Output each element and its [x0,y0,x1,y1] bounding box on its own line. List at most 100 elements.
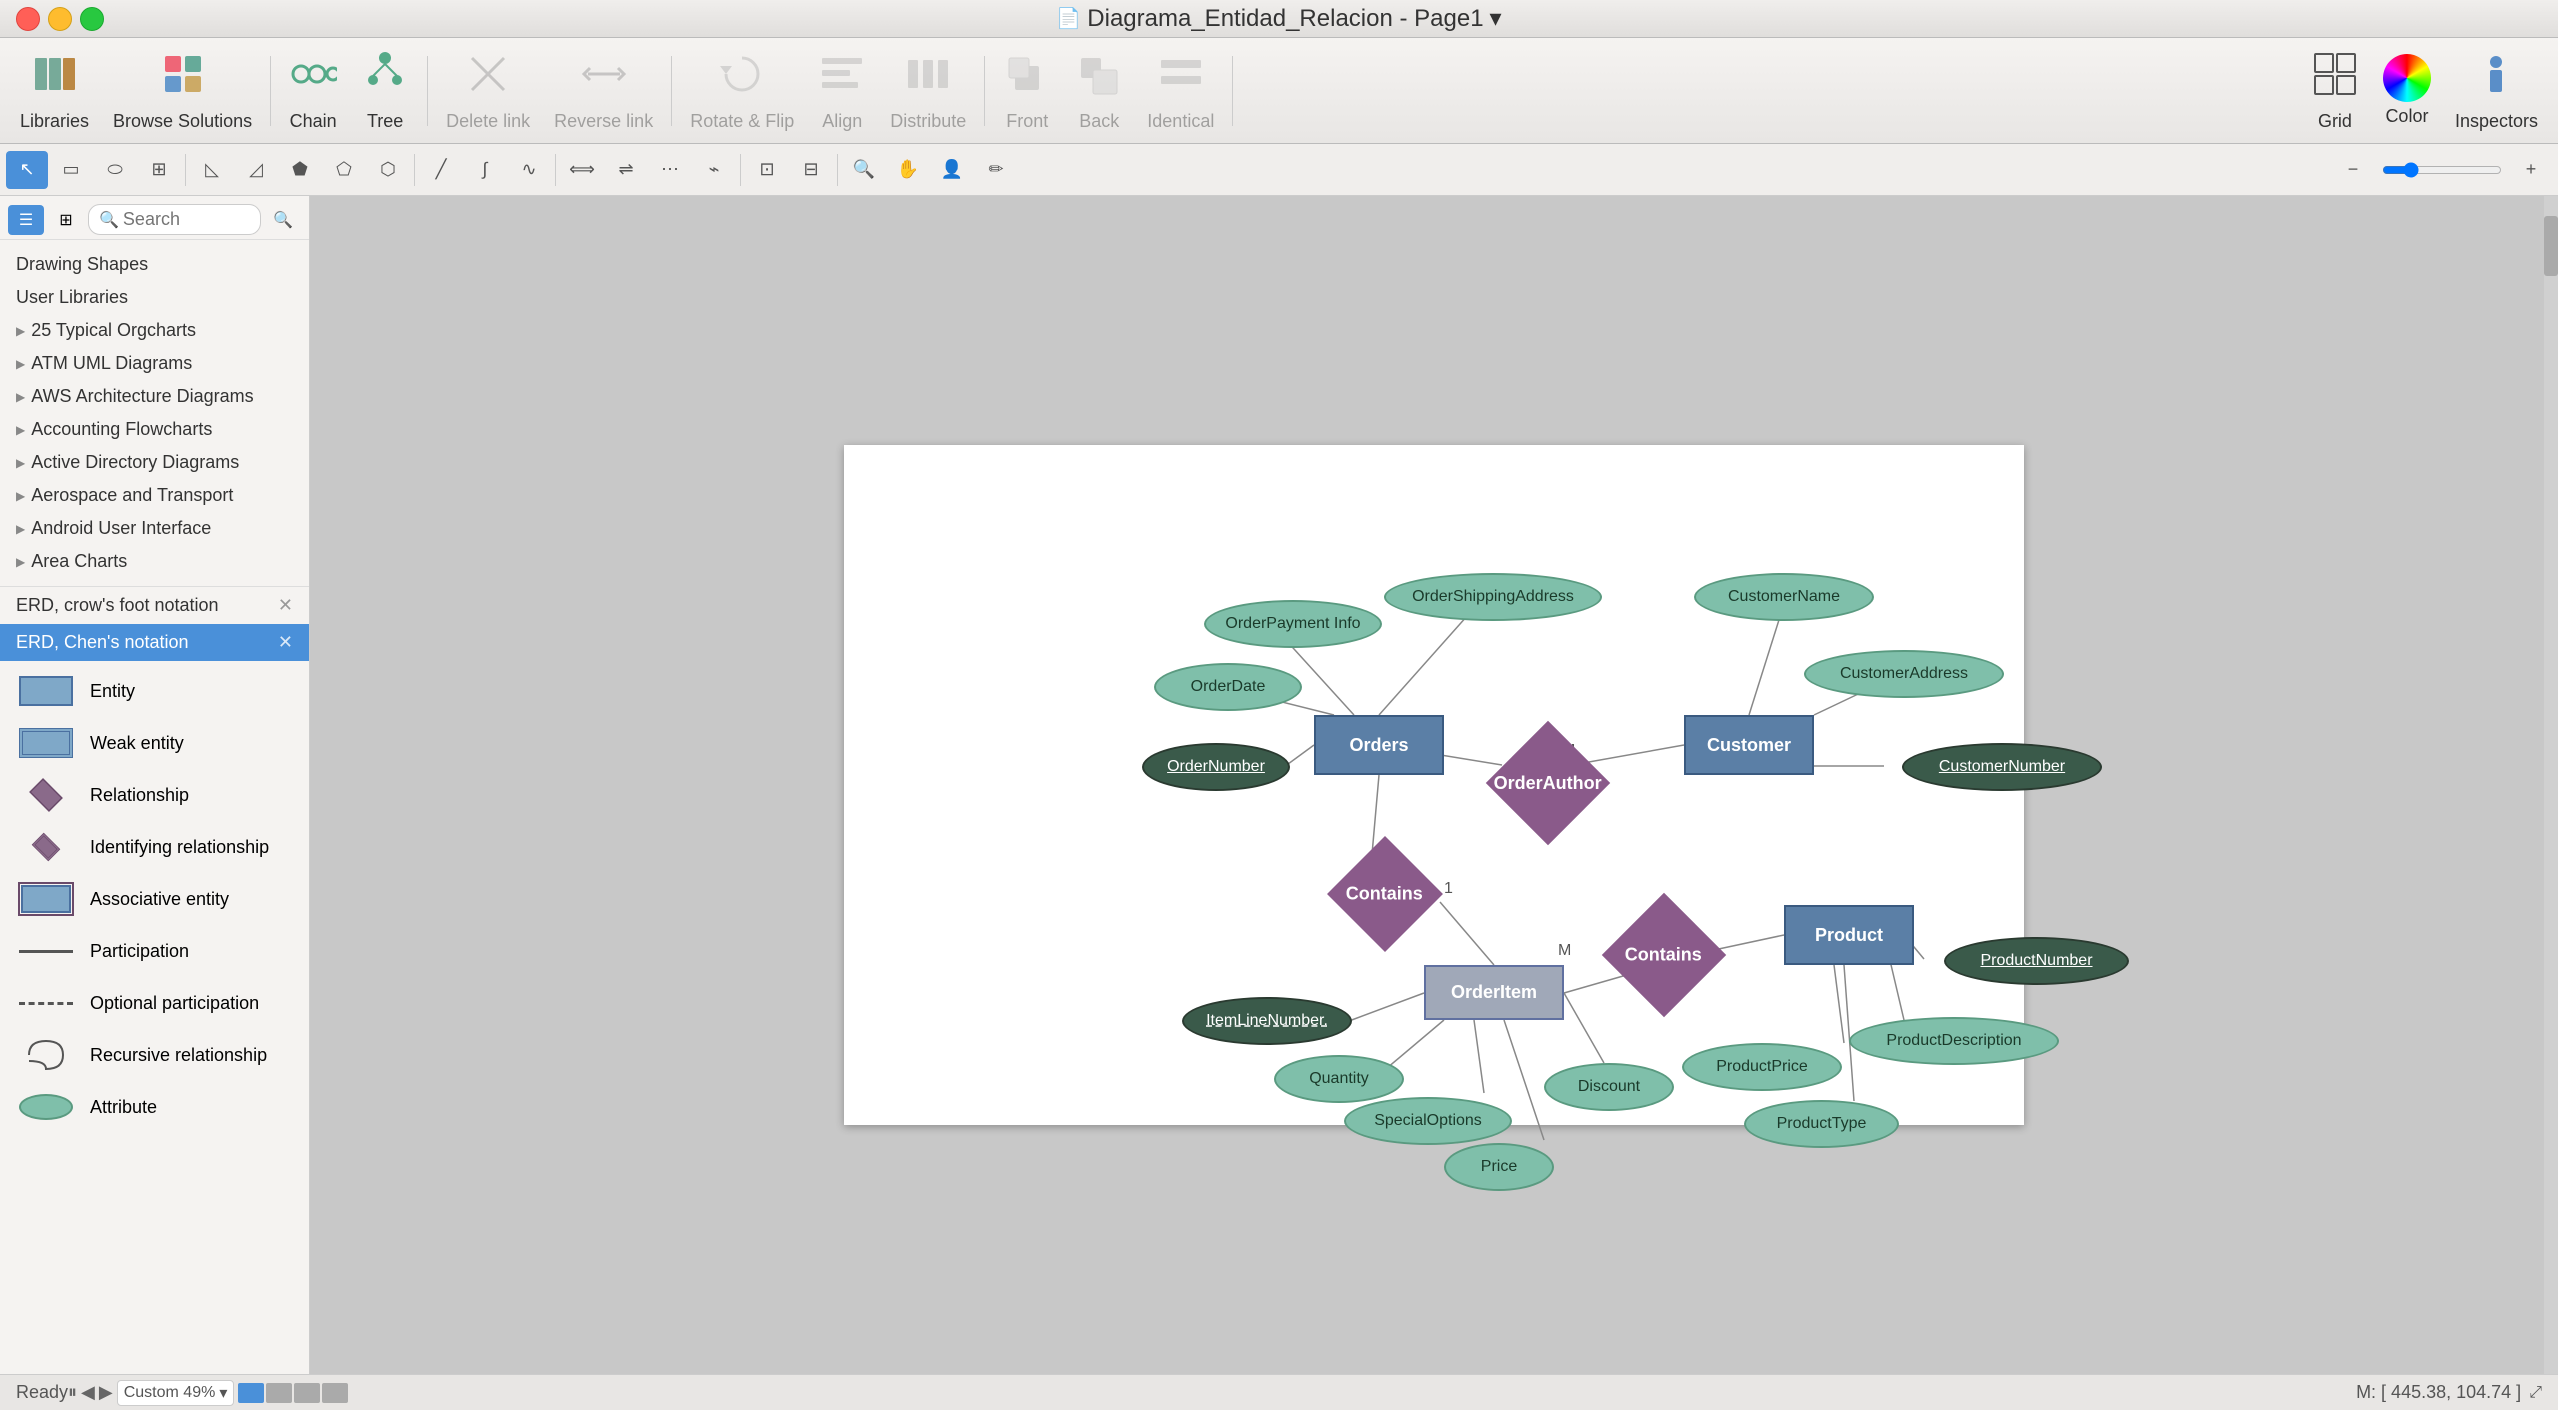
attr-productprice[interactable]: ProductPrice [1682,1043,1842,1091]
search-input[interactable] [123,209,250,230]
bezier-tool[interactable]: ∿ [508,151,550,189]
distribute-button[interactable]: Distribute [880,46,976,136]
sidebar-item-atm-uml[interactable]: ▶ ATM UML Diagrams [0,347,309,380]
close-crowfoot[interactable]: ✕ [278,595,293,616]
shape-associative-entity[interactable]: Associative entity [0,873,309,925]
attr-discount[interactable]: Discount [1544,1063,1674,1111]
page-prev-arrow[interactable]: ◀ [81,1382,95,1403]
scrollbar-thumb[interactable] [2544,216,2558,276]
conn-tool-1[interactable]: ⟺ [561,151,603,189]
attr-itemlinenumber[interactable]: ItemLineNumber. [1182,997,1352,1045]
curve-tool[interactable]: ∫ [464,151,506,189]
subgroup-tool[interactable]: ⊟ [790,151,832,189]
table-tool[interactable]: ⊞ [138,151,180,189]
shape-recursive-relationship[interactable]: Recursive relationship [0,1029,309,1081]
align-button[interactable]: Align [808,46,876,136]
attr-orderpayment[interactable]: OrderPayment Info [1204,600,1382,648]
attr-quantity[interactable]: Quantity [1274,1055,1404,1103]
conn-tool-4[interactable]: ⌁ [693,151,735,189]
dropdown-arrow[interactable]: ▾ [1490,4,1502,33]
page-prev-button[interactable]: ⏸ [68,1382,77,1403]
zoom-select[interactable]: Custom 49% ▾ [117,1380,235,1406]
tree-button[interactable]: Tree [351,46,419,136]
tool-t2[interactable]: ◿ [235,151,277,189]
back-button[interactable]: Back [1065,46,1133,136]
entity-customer[interactable]: Customer [1684,715,1814,775]
sidebar-search-button[interactable]: 🔍 [265,205,301,235]
entity-product[interactable]: Product [1784,905,1914,965]
sidebar-item-active-directory[interactable]: ▶ Active Directory Diagrams [0,446,309,479]
tool-t4[interactable]: ⬠ [323,151,365,189]
maximize-button[interactable] [80,7,104,31]
attr-customeraddress[interactable]: CustomerAddress [1804,650,2004,698]
attr-orderdate[interactable]: OrderDate [1154,663,1302,711]
rect-tool[interactable]: ▭ [50,151,92,189]
pan-tool[interactable]: ✋ [887,151,929,189]
color-button[interactable]: Color [2373,46,2441,136]
entity-orderitem[interactable]: OrderItem [1424,965,1564,1020]
shape-entity[interactable]: Entity [0,665,309,717]
sidebar-list-view[interactable]: ☰ [8,205,44,235]
shape-optional-participation[interactable]: Optional participation [0,977,309,1029]
identical-button[interactable]: Identical [1137,46,1224,136]
sidebar-item-area-charts[interactable]: ▶ Area Charts [0,545,309,578]
expand-button[interactable]: ⤢ [2529,1384,2542,1402]
attr-customernumber[interactable]: CustomerNumber [1902,743,2102,791]
sidebar-item-aws[interactable]: ▶ AWS Architecture Diagrams [0,380,309,413]
minimize-button[interactable] [48,7,72,31]
reverse-link-button[interactable]: Reverse link [544,46,663,136]
rel-contains1[interactable]: Contains [1327,836,1443,952]
sidebar-grid-view[interactable]: ⊞ [48,205,84,235]
person-tool[interactable]: 👤 [931,151,973,189]
attr-price[interactable]: Price [1444,1143,1554,1191]
shape-relationship[interactable]: Relationship [0,769,309,821]
zoom-in-tool[interactable]: 🔍 [843,151,885,189]
select-tool[interactable]: ↖ [6,151,48,189]
rel-contains2[interactable]: Contains [1602,893,1726,1017]
sidebar-item-drawing-shapes[interactable]: Drawing Shapes [0,248,309,281]
sidebar-item-android[interactable]: ▶ Android User Interface [0,512,309,545]
attr-producttype[interactable]: ProductType [1744,1100,1899,1148]
canvas[interactable]: M 1 1 M 1 1 Orders Customer Product [844,445,2024,1125]
entity-orders[interactable]: Orders [1314,715,1444,775]
rotate-flip-button[interactable]: Rotate & Flip [680,46,804,136]
zoom-in-button[interactable]: + [2510,151,2552,189]
shape-weak-entity[interactable]: Weak entity [0,717,309,769]
vertical-scrollbar[interactable] [2544,196,2558,1374]
library-crowfoot[interactable]: ERD, crow's foot notation ✕ [0,587,309,624]
zoom-slider[interactable] [2382,162,2502,178]
view-mode-3[interactable] [294,1383,320,1403]
sidebar-item-orgcharts[interactable]: ▶ 25 Typical Orgcharts [0,314,309,347]
grid-button[interactable]: Grid [2301,46,2369,136]
view-mode-4[interactable] [322,1383,348,1403]
conn-tool-2[interactable]: ⇌ [605,151,647,189]
pen-tool[interactable]: ✏ [975,151,1017,189]
library-chen[interactable]: ERD, Chen's notation ✕ [0,624,309,661]
page-next-arrow[interactable]: ▶ [99,1382,113,1403]
inspectors-button[interactable]: Inspectors [2445,46,2548,136]
sidebar-item-aerospace[interactable]: ▶ Aerospace and Transport [0,479,309,512]
attr-productnumber[interactable]: ProductNumber [1944,937,2129,985]
attr-customername[interactable]: CustomerName [1694,573,1874,621]
view-mode-1[interactable] [238,1383,264,1403]
libraries-button[interactable]: Libraries [10,46,99,136]
tool-t5[interactable]: ⬡ [367,151,409,189]
attr-ordershipping[interactable]: OrderShippingAddress [1384,573,1602,621]
view-mode-2[interactable] [266,1383,292,1403]
delete-link-button[interactable]: Delete link [436,46,540,136]
browse-solutions-button[interactable]: Browse Solutions [103,46,262,136]
tool-t3[interactable]: ⬟ [279,151,321,189]
conn-tool-3[interactable]: ⋯ [649,151,691,189]
chain-button[interactable]: Chain [279,46,347,136]
shape-participation[interactable]: Participation [0,925,309,977]
front-button[interactable]: Front [993,46,1061,136]
sidebar-item-user-libraries[interactable]: User Libraries [0,281,309,314]
line-tool[interactable]: ╱ [420,151,462,189]
close-chen[interactable]: ✕ [278,632,293,653]
attr-productdescription[interactable]: ProductDescription [1849,1017,2059,1065]
tool-t1[interactable]: ◺ [191,151,233,189]
ellipse-tool[interactable]: ⬭ [94,151,136,189]
close-button[interactable] [16,7,40,31]
shape-attribute[interactable]: Attribute [0,1081,309,1133]
rel-orderauthor[interactable]: OrderAuthor [1486,721,1610,845]
